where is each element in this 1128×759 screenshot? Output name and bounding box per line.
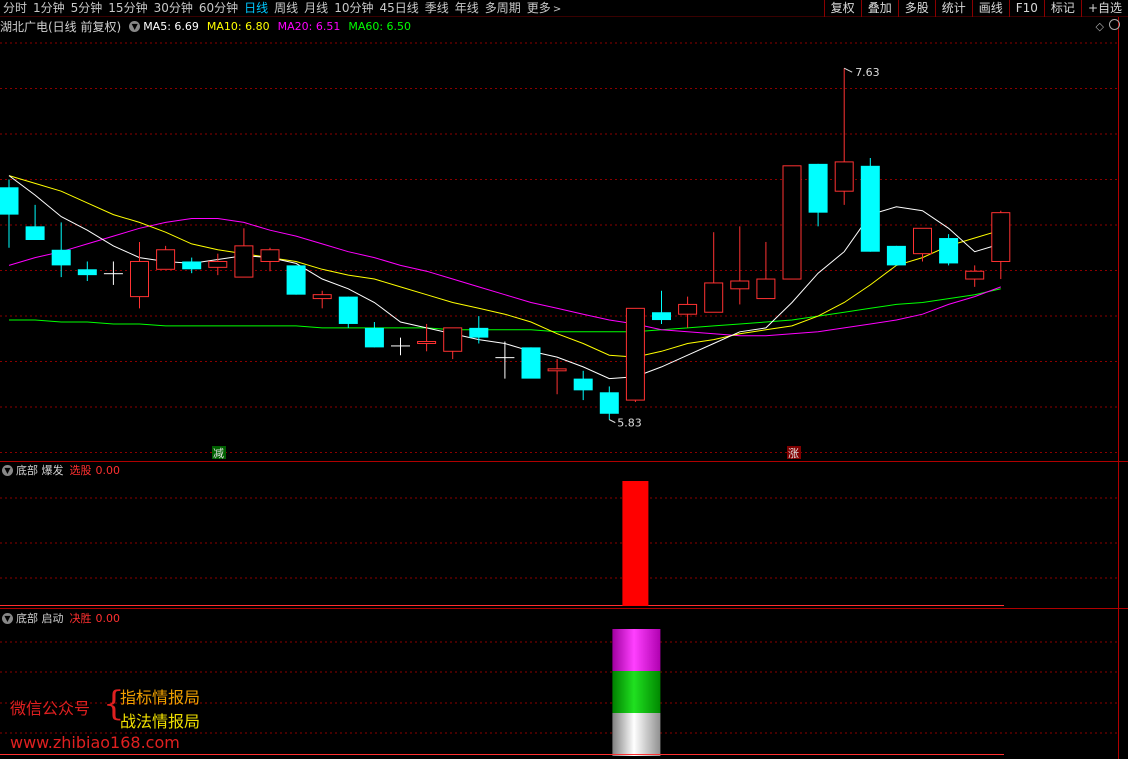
panel3-value-label: 决胜: [69, 612, 92, 625]
marker-left-text: 减: [213, 447, 224, 460]
stock-title: 湖北广电(日线 前复权): [0, 19, 122, 34]
candle-body: [103, 273, 123, 275]
low-pointer: [609, 419, 616, 424]
panel2-value-label: 选股: [69, 464, 92, 477]
candle-body: [756, 278, 776, 300]
candle-body: [599, 392, 619, 414]
panel3-header: ▼ 底部 启动 决胜 0.00: [0, 611, 120, 625]
candle-body: [417, 341, 437, 344]
panel2-collapse-icon[interactable]: ▼: [2, 464, 13, 476]
candle-body: [730, 280, 750, 290]
circle-icon[interactable]: [1109, 19, 1120, 30]
candle-body: [51, 249, 71, 266]
ma-label: MA60: 6.50: [348, 19, 412, 33]
candle-body: [286, 265, 306, 295]
candle-body: [965, 270, 985, 280]
candle-body: [260, 249, 280, 262]
candle-body: [573, 378, 593, 391]
high-pointer: [843, 67, 853, 73]
candle-body: [886, 245, 906, 266]
candle-body: [678, 303, 698, 315]
candle-body: [312, 294, 332, 300]
watermark-left-text: 微信公众号: [10, 699, 91, 718]
high-price-label: 7.63: [855, 66, 880, 79]
panel2-signal-bar: [622, 481, 649, 606]
candle-body: [834, 161, 854, 192]
candle-body: [364, 327, 384, 348]
candle-body: [704, 282, 724, 313]
candle-body: [652, 312, 671, 321]
candle-body: [521, 347, 541, 379]
ma-label: MA10: 6.80: [206, 19, 270, 33]
watermark-url: www.zhibiao168.com: [10, 733, 180, 752]
candle-body: [808, 163, 828, 213]
panel2-title: 底部 爆发: [16, 464, 64, 477]
main-panel-header: 湖北广电(日线 前复权) ▼ MA5: 6.69 MA10: 6.80 MA20: …: [0, 19, 419, 34]
chart-canvas[interactable]: 7.63 5.83 减 涨: [0, 0, 1128, 759]
panel3-value: 0.00: [95, 611, 121, 625]
panel3-bar-white: [612, 713, 661, 756]
settings-circle-icon[interactable]: ▼: [129, 20, 141, 32]
candle-body: [182, 261, 202, 270]
panel3-bar-magenta: [612, 629, 661, 671]
watermark-line2: 战法情报局: [120, 712, 201, 731]
candle-body: [156, 249, 176, 270]
ma60-line: [9, 288, 1001, 333]
candle-body: [991, 212, 1011, 262]
panel3-title: 底部 启动: [16, 612, 64, 625]
panel3-bar-green: [612, 671, 661, 713]
candle-body: [77, 269, 97, 276]
ma20-line: [8, 218, 1001, 337]
candle-body: [782, 165, 802, 280]
candle-body: [469, 327, 489, 338]
ma-labels: MA5: 6.69 MA10: 6.80 MA20: 6.51 MA60: 6.50: [143, 20, 419, 33]
candle-body: [25, 226, 45, 240]
marker-right-text: 涨: [788, 447, 799, 460]
candle-body: [913, 227, 932, 255]
low-price-label: 5.83: [617, 417, 642, 430]
candle-body: [547, 368, 567, 372]
candle-body: [860, 165, 880, 252]
candle-body: [391, 345, 410, 347]
candle-body: [939, 238, 959, 264]
candle-body: [208, 260, 228, 268]
panel3-collapse-icon[interactable]: ▼: [2, 612, 13, 624]
diamond-icon[interactable]: ◇: [1096, 20, 1104, 33]
candle-body: [495, 357, 515, 359]
watermark-line1: 指标情报局: [120, 688, 201, 707]
panel2-value: 0.00: [95, 463, 121, 477]
ma-label: MA5: 6.69: [143, 19, 199, 33]
ma-label: MA20: 6.51: [277, 19, 341, 33]
candle-body: [443, 327, 463, 352]
candle-body: [0, 187, 19, 215]
candle-body: [338, 296, 358, 324]
candle-body: [625, 307, 645, 401]
candle-body: [130, 260, 149, 298]
candle-body: [234, 245, 254, 278]
panel2-header: ▼ 底部 爆发 选股 0.00: [0, 463, 120, 477]
